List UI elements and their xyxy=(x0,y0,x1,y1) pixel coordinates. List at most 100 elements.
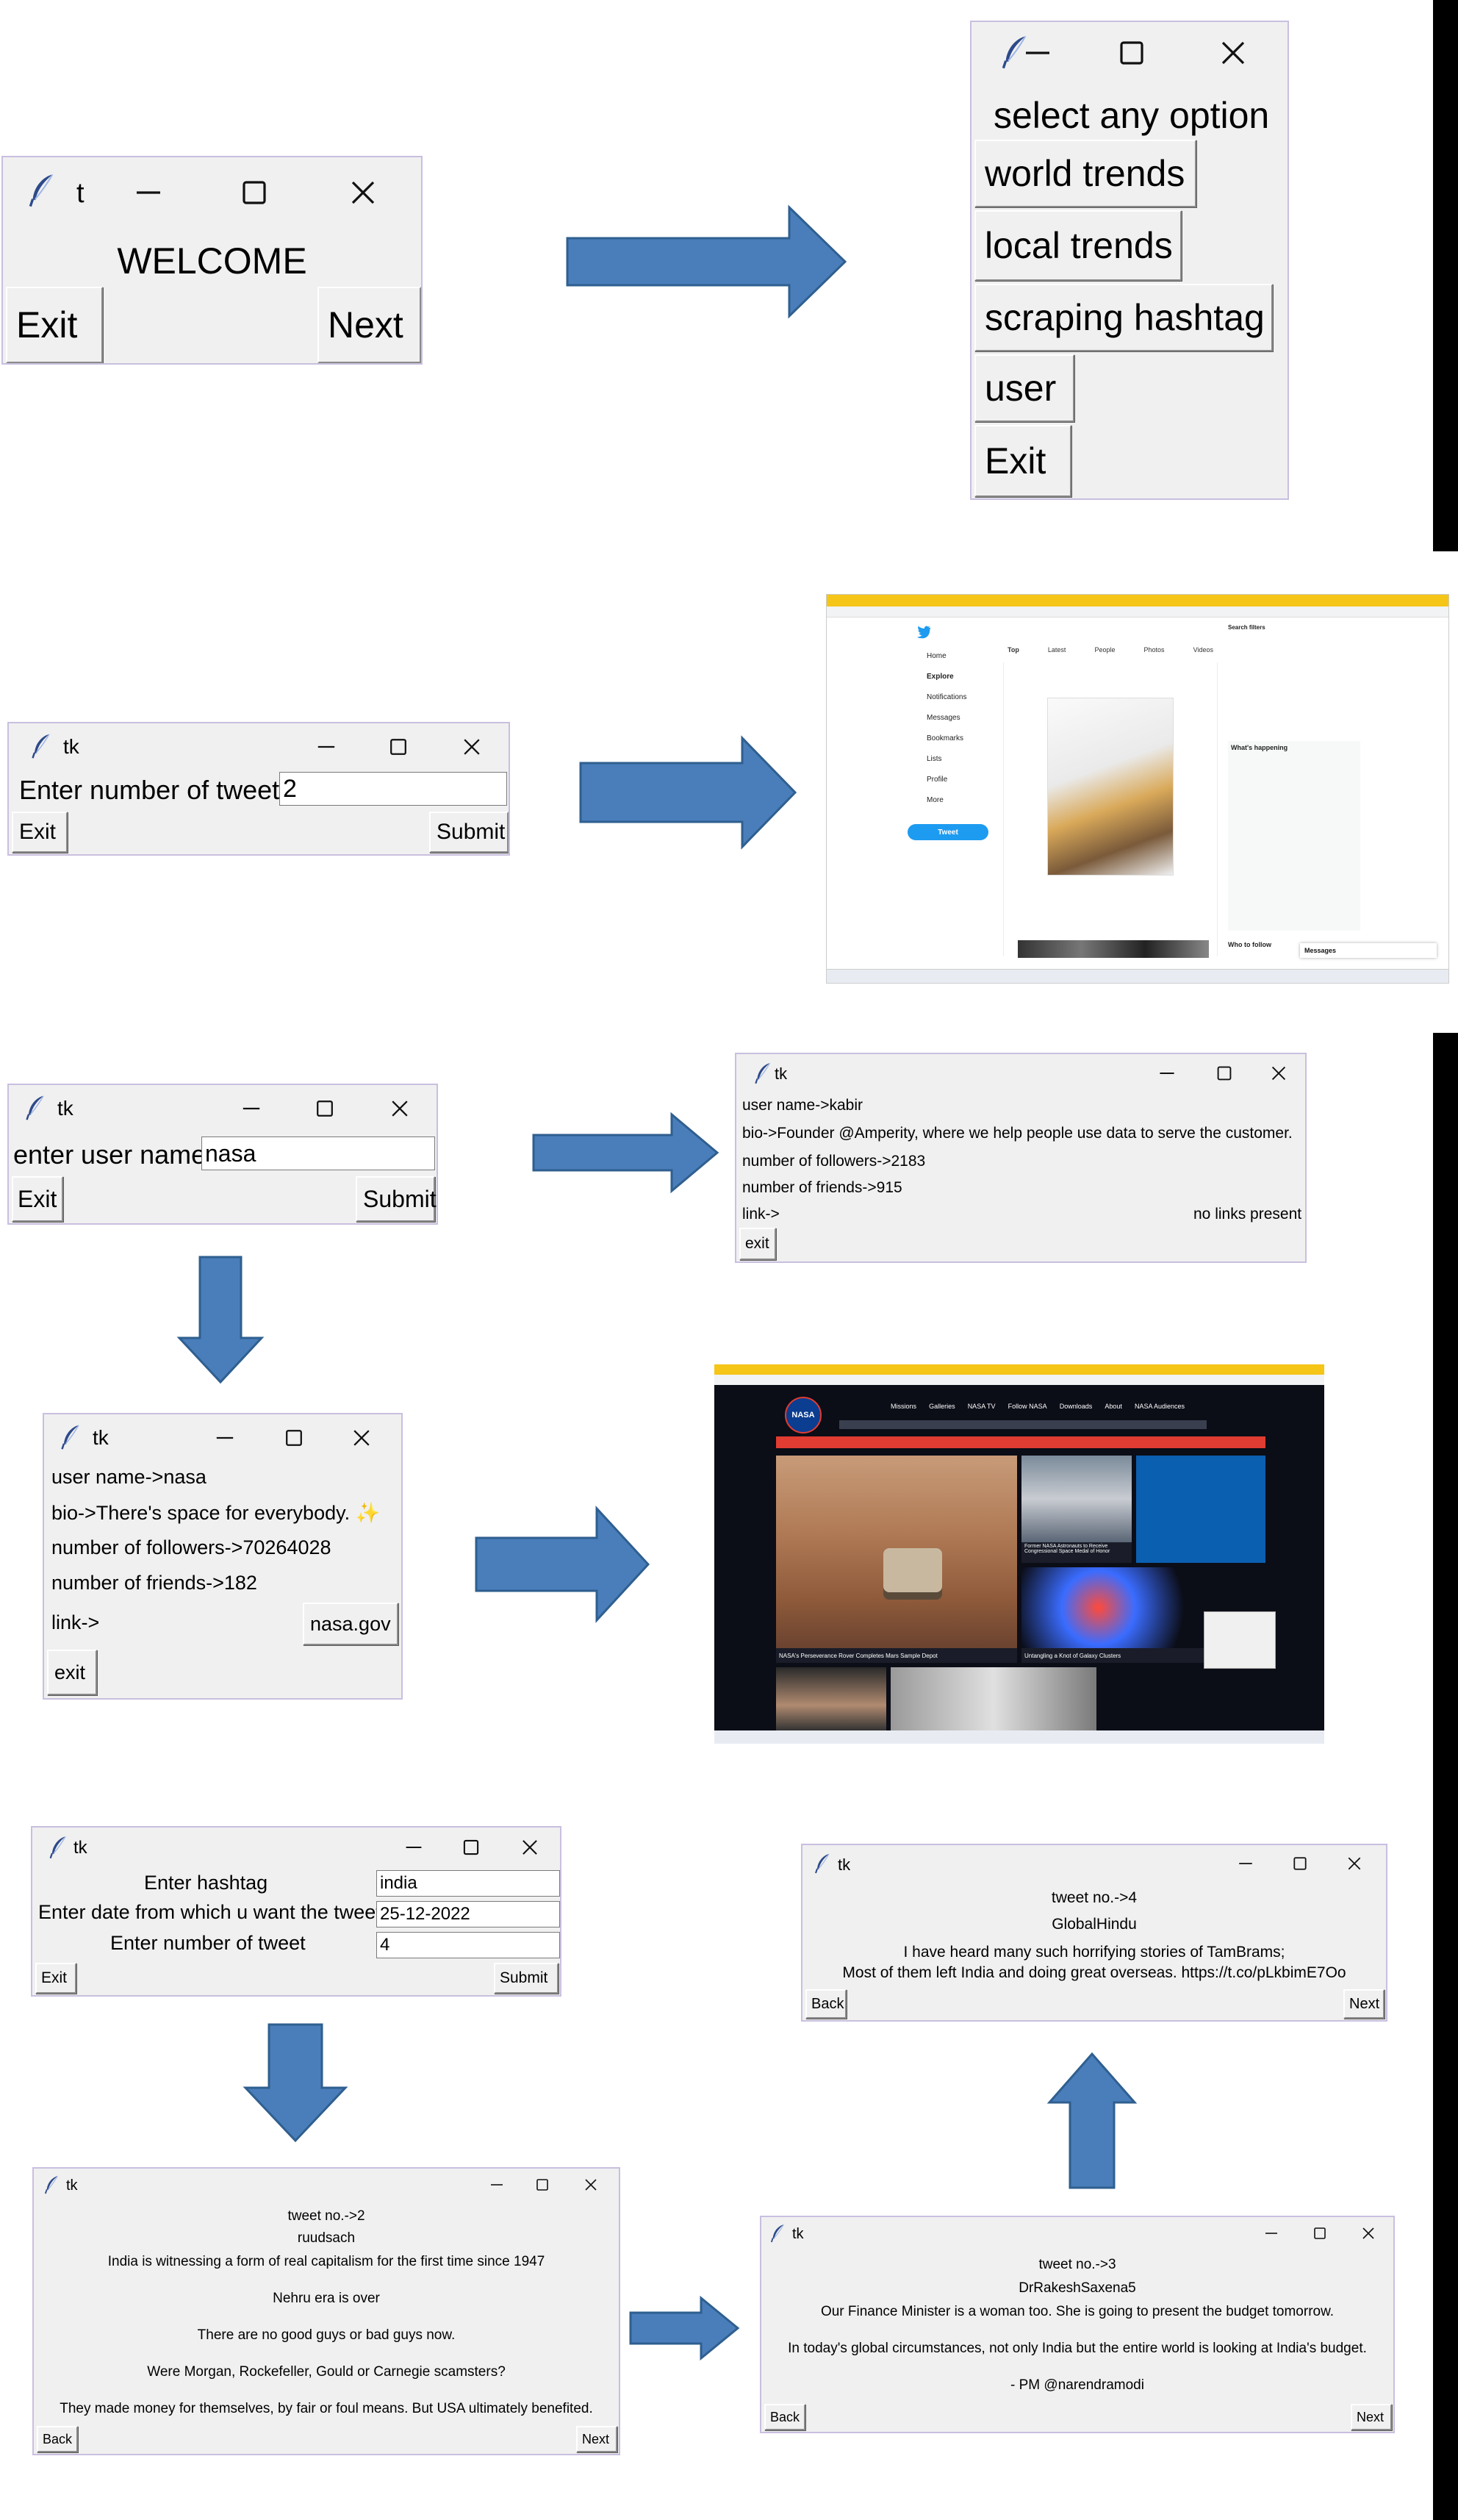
maximize-icon[interactable] xyxy=(1312,2226,1327,2241)
exit-button[interactable]: exit xyxy=(47,1650,97,1695)
maximize-icon[interactable] xyxy=(535,2177,550,2192)
maximize-icon[interactable] xyxy=(284,1428,304,1448)
next-button[interactable]: Next xyxy=(576,2426,617,2452)
exit-button[interactable]: exit xyxy=(739,1228,776,1260)
nav-item-explore[interactable]: Explore xyxy=(908,667,996,687)
submit-button[interactable]: Submit xyxy=(429,812,509,853)
close-icon[interactable] xyxy=(348,178,378,207)
exit-button[interactable]: Exit xyxy=(6,287,103,363)
nav-item-about[interactable]: About xyxy=(1105,1403,1122,1410)
tab-top[interactable]: Top xyxy=(1008,646,1019,661)
messages-drawer[interactable]: Messages xyxy=(1300,943,1437,958)
minimize-icon[interactable] xyxy=(1158,1064,1176,1082)
tab-videos[interactable]: Videos xyxy=(1193,646,1213,661)
date-input[interactable]: 25-12-2022 xyxy=(376,1901,560,1927)
nav-item-downloads[interactable]: Downloads xyxy=(1060,1403,1093,1410)
tk-popup-preview xyxy=(1204,1611,1276,1669)
hashtag-label: Enter hashtag xyxy=(144,1872,268,1894)
next-button[interactable]: Next xyxy=(1343,1989,1385,2019)
profile-bio: bio->There's space for everybody. ✨ xyxy=(51,1502,381,1524)
caption-astronauts[interactable]: Former NASA Astronauts to Receive Congre… xyxy=(1021,1542,1132,1563)
caption-perseverance[interactable]: NASA's Perseverance Rover Completes Mars… xyxy=(776,1648,1017,1663)
next-button[interactable]: Next xyxy=(317,287,421,363)
world-trends-button[interactable]: world trends xyxy=(974,140,1196,207)
nasa-logo[interactable]: NASA xyxy=(785,1397,822,1433)
close-icon[interactable] xyxy=(1218,38,1248,68)
arrow-right-2 xyxy=(579,735,797,850)
maximize-icon[interactable] xyxy=(315,1098,335,1119)
profile-link-label: link-> xyxy=(51,1611,100,1633)
maximize-icon[interactable] xyxy=(1117,38,1146,68)
submit-button[interactable]: Submit xyxy=(494,1963,559,1994)
nav-item-profile[interactable]: Profile xyxy=(908,770,996,790)
tab-photos[interactable]: Photos xyxy=(1144,646,1165,661)
tab-people[interactable]: People xyxy=(1094,646,1115,661)
minimize-icon[interactable] xyxy=(404,1838,423,1857)
submit-button[interactable]: Submit xyxy=(356,1176,437,1222)
tab-latest[interactable]: Latest xyxy=(1048,646,1066,661)
nav-item-lists[interactable]: Lists xyxy=(908,749,996,770)
tweet-button[interactable]: Tweet xyxy=(908,824,988,840)
minimize-icon[interactable] xyxy=(489,2177,504,2192)
maximize-icon[interactable] xyxy=(1292,1855,1308,1872)
window-title: tk xyxy=(93,1426,109,1449)
close-icon[interactable] xyxy=(351,1428,372,1448)
close-icon[interactable] xyxy=(1270,1064,1288,1082)
exit-button[interactable]: Exit xyxy=(974,425,1071,497)
title-bar: tk xyxy=(736,1054,1305,1092)
maximize-icon[interactable] xyxy=(462,1838,481,1857)
next-button[interactable]: Next xyxy=(1351,2404,1392,2430)
nav-item-audiences[interactable]: NASA Audiences xyxy=(1135,1403,1185,1410)
hashtag-input[interactable]: india xyxy=(376,1870,560,1897)
minimize-icon[interactable] xyxy=(241,1098,262,1119)
back-button[interactable]: Back xyxy=(805,1989,847,2019)
nasa-gov-link-button[interactable]: nasa.gov xyxy=(303,1603,398,1645)
close-icon[interactable] xyxy=(520,1838,539,1857)
user-button[interactable]: user xyxy=(974,354,1074,422)
exit-button[interactable]: Exit xyxy=(35,1963,76,1994)
tweet-count-input[interactable]: 4 xyxy=(376,1932,560,1958)
tweet-text-line: In today's global circumstances, not onl… xyxy=(788,2341,1367,2356)
maximize-icon[interactable] xyxy=(1215,1064,1233,1082)
nav-item-notifications[interactable]: Notifications xyxy=(908,687,996,708)
close-icon[interactable] xyxy=(583,2177,598,2192)
caption-galaxy[interactable]: Untangling a Knot of Galaxy Clusters xyxy=(1021,1648,1214,1663)
nav-item-nasa-tv[interactable]: NASA TV xyxy=(968,1403,996,1410)
nav-item-follow-nasa[interactable]: Follow NASA xyxy=(1008,1403,1047,1410)
user-name-input[interactable]: nasa xyxy=(201,1136,435,1170)
window-title: tk xyxy=(63,735,79,758)
nav-item-galleries[interactable]: Galleries xyxy=(929,1403,955,1410)
minimize-icon[interactable] xyxy=(1264,2226,1279,2241)
subnav-bar xyxy=(839,1420,1207,1429)
profile-friends: number of friends->182 xyxy=(51,1572,257,1594)
nav-item-more[interactable]: More xyxy=(908,790,996,811)
welcome-heading: WELCOME xyxy=(117,240,307,282)
tweet-count-label: Enter number of tweets xyxy=(19,775,293,805)
close-icon[interactable] xyxy=(462,737,482,757)
exit-button[interactable]: Exit xyxy=(12,1176,63,1222)
scraping-hashtag-button[interactable]: scraping hashtag xyxy=(974,284,1273,351)
title-bar: tk xyxy=(802,1845,1386,1882)
local-trends-button[interactable]: local trends xyxy=(974,210,1182,281)
close-icon[interactable] xyxy=(1361,2226,1376,2241)
back-button[interactable]: Back xyxy=(37,2426,78,2452)
nav-item-bookmarks[interactable]: Bookmarks xyxy=(908,729,996,749)
minimize-icon[interactable] xyxy=(1023,38,1052,68)
nav-item-home[interactable]: Home xyxy=(908,646,996,667)
minimize-icon[interactable] xyxy=(215,1428,235,1448)
search-filters-heading: Search filters xyxy=(1228,624,1265,631)
minimize-icon[interactable] xyxy=(1238,1855,1254,1872)
maximize-icon[interactable] xyxy=(240,178,269,207)
nav-item-missions[interactable]: Missions xyxy=(891,1403,916,1410)
nav-item-messages[interactable]: Messages xyxy=(908,708,996,729)
close-icon[interactable] xyxy=(1346,1855,1362,1872)
minimize-icon[interactable] xyxy=(134,178,163,207)
close-icon[interactable] xyxy=(389,1098,410,1119)
tweet-count-input[interactable]: 2 xyxy=(279,772,507,806)
search-tabs: Top Latest People Photos Videos xyxy=(1008,646,1213,661)
back-button[interactable]: Back xyxy=(764,2404,805,2430)
edge-bar-top xyxy=(1433,0,1458,551)
maximize-icon[interactable] xyxy=(388,737,409,757)
exit-button[interactable]: Exit xyxy=(12,812,68,853)
minimize-icon[interactable] xyxy=(316,737,337,757)
